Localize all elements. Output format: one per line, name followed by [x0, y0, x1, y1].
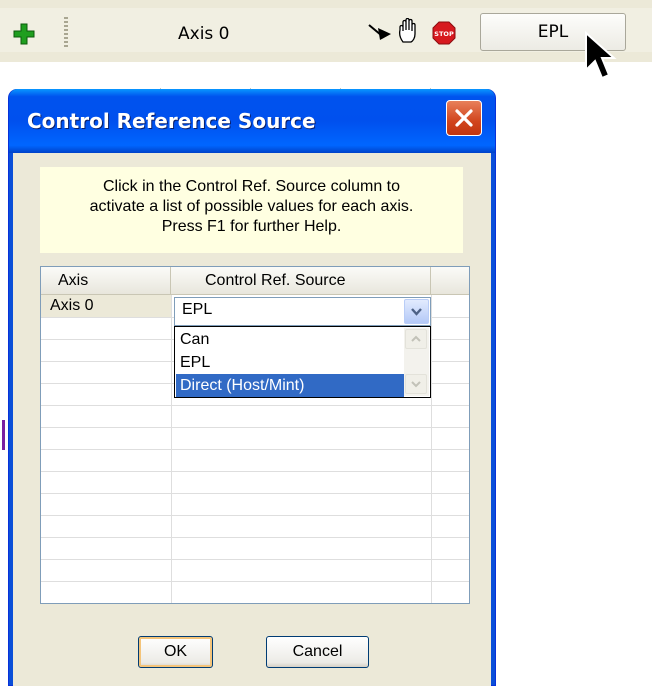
toolbar-grip[interactable]: [64, 17, 68, 49]
axis-source-grid: Axis Control Ref. Source Axis 0 EPL Can …: [40, 266, 470, 604]
scroll-up-button[interactable]: [405, 329, 427, 349]
column-header-control-ref-source[interactable]: Control Ref. Source: [171, 267, 431, 295]
control-ref-source-combobox[interactable]: EPL: [174, 297, 431, 326]
help-text-line: Press F1 for further Help.: [161, 218, 342, 235]
control-reference-source-dialog: Control Reference Source Click in the Co…: [8, 89, 496, 686]
grid-line: [41, 559, 469, 560]
dropdown-option-can[interactable]: Can: [176, 328, 404, 351]
dialog-titlebar[interactable]: Control Reference Source: [9, 89, 495, 153]
hand-icon[interactable]: [397, 18, 421, 44]
dropdown-scrollbar[interactable]: [404, 328, 429, 396]
help-text: Click in the Control Ref. Source column …: [40, 167, 463, 253]
combobox-value: EPL: [182, 301, 213, 318]
grid-cell-axis[interactable]: Axis 0: [41, 295, 171, 317]
chevron-up-icon: [411, 335, 421, 342]
help-text-line: activate a list of possible values for e…: [89, 198, 414, 215]
background-window-edge: [2, 420, 5, 450]
grid-line: [41, 581, 469, 582]
dropdown-option-direct-host-mint[interactable]: Direct (Host/Mint): [176, 374, 404, 397]
close-icon: [455, 109, 473, 127]
pointer-arrow-icon[interactable]: [367, 21, 393, 43]
column-header-filler: [431, 267, 469, 295]
scroll-down-button[interactable]: [405, 374, 427, 394]
source-dropdown-list: Can EPL Direct (Host/Mint): [174, 326, 431, 398]
chevron-down-icon: [411, 381, 421, 388]
dialog-title: Control Reference Source: [27, 109, 316, 133]
svg-text:STOP: STOP: [434, 30, 454, 38]
grid-line: [41, 471, 469, 472]
stop-icon[interactable]: STOP: [432, 21, 456, 45]
axis-selector-label[interactable]: Axis 0: [178, 24, 230, 44]
toolbar: Axis 0 STOP EPL: [0, 0, 652, 80]
chevron-down-icon: [411, 308, 422, 316]
column-header-axis[interactable]: Axis: [41, 267, 171, 295]
ok-button[interactable]: OK: [138, 636, 213, 668]
grid-line: [41, 515, 469, 516]
mouse-cursor-icon: [585, 30, 617, 80]
grid-line: [41, 449, 469, 450]
grid-line: [41, 493, 469, 494]
grid-line: [41, 537, 469, 538]
grid-line: [41, 405, 469, 406]
close-button[interactable]: [446, 100, 482, 136]
grid-line: [41, 427, 469, 428]
help-text-line: Click in the Control Ref. Source column …: [102, 178, 400, 195]
plus-icon[interactable]: [13, 23, 35, 45]
dialog-body: Click in the Control Ref. Source column …: [13, 153, 491, 686]
combobox-dropdown-button[interactable]: [404, 299, 429, 324]
cancel-button[interactable]: Cancel: [266, 636, 369, 668]
dropdown-option-epl[interactable]: EPL: [176, 351, 404, 374]
